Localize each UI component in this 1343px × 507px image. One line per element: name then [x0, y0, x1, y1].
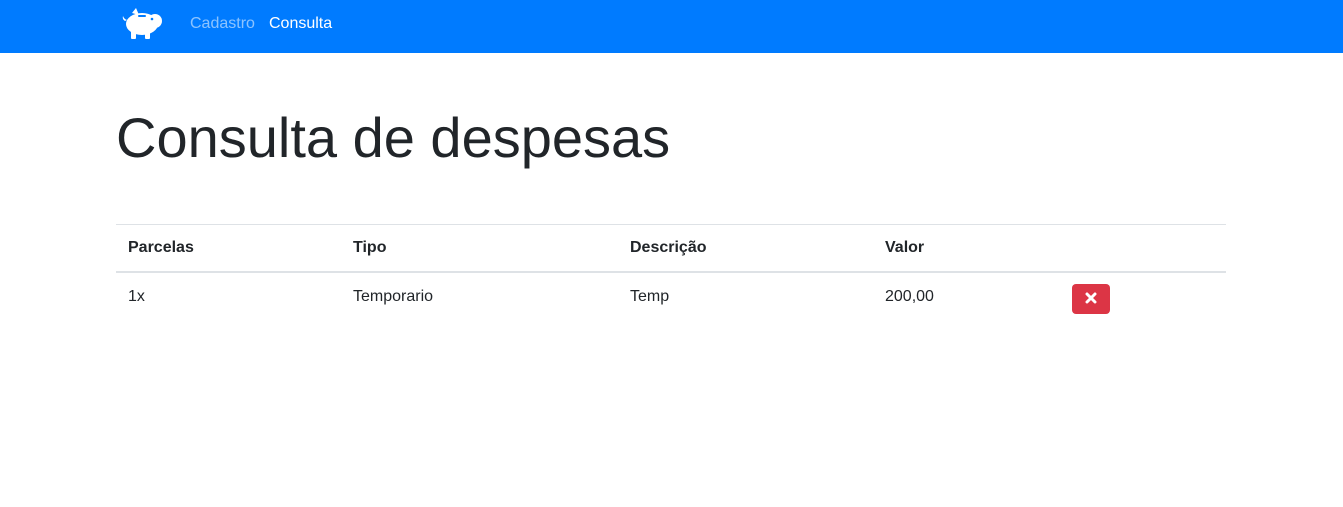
nav-link-cadastro[interactable]: Cadastro	[190, 14, 255, 34]
cell-parcelas: 1x	[128, 288, 145, 305]
header-actions	[1060, 224, 1226, 273]
cell-actions	[1060, 272, 1226, 322]
close-icon	[1085, 292, 1097, 304]
delete-button[interactable]	[1072, 284, 1110, 314]
header-tipo: Tipo	[341, 224, 618, 273]
table-row: 1x Temporario Temp 200,00	[116, 272, 1226, 322]
piggy-bank-icon	[122, 8, 162, 39]
nav-link-consulta[interactable]: Consulta	[269, 14, 332, 34]
brand-logo[interactable]	[122, 5, 164, 41]
table-header-row: Parcelas Tipo Descrição Valor	[116, 224, 1226, 273]
header-parcelas: Parcelas	[116, 224, 341, 273]
header-descricao: Descrição	[618, 224, 873, 273]
cell-valor: 200,00	[885, 288, 934, 305]
page-title: Consulta de despesas	[116, 106, 671, 169]
expenses-table: Parcelas Tipo Descrição Valor 1x Tempora…	[116, 224, 1226, 322]
cell-tipo: Temporario	[353, 288, 434, 305]
navbar: Cadastro Consulta	[0, 0, 1343, 53]
cell-descricao: Temp	[630, 288, 670, 305]
header-valor: Valor	[873, 224, 1060, 273]
